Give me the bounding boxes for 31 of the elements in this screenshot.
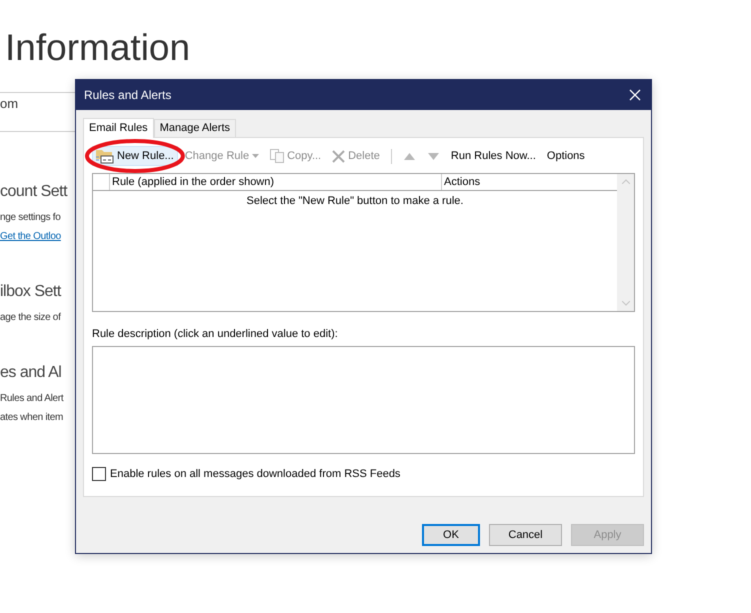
section-title: count Sett — [0, 182, 68, 202]
dialog-button[interactable]: Cancel — [489, 524, 562, 546]
toolbar-button[interactable]: Run Rules Now... — [446, 146, 540, 166]
tab[interactable]: Email Rules — [83, 118, 154, 138]
section-text: nge settings fo — [0, 211, 61, 225]
delete-icon — [332, 150, 346, 162]
window-title: Rules and Alerts — [84, 88, 172, 102]
page-heading: Information — [5, 26, 190, 70]
close-icon[interactable] — [629, 89, 641, 101]
checkbox[interactable] — [92, 467, 106, 481]
empty-message: Select the "New Rule" button to make a rule. — [246, 195, 464, 207]
dialog-button[interactable]: OK — [422, 524, 480, 546]
toolbar-button[interactable]: New Rule... — [92, 146, 178, 166]
scrollbar[interactable] — [617, 174, 634, 311]
section-text: age the size of — [0, 311, 61, 325]
column-header[interactable]: Actions — [442, 174, 617, 190]
scroll-up-icon[interactable] — [622, 179, 630, 184]
folder-icon — [96, 148, 114, 164]
caret-icon — [252, 154, 260, 158]
link[interactable]: Get the Outloo — [0, 227, 61, 246]
section-text: ates when item — [0, 411, 64, 425]
section-text: Rules and Alert — [0, 392, 64, 406]
toolbar-button[interactable]: Options — [542, 146, 589, 166]
section-title: es and Al — [0, 363, 62, 383]
column-header[interactable]: Rule (applied in the order shown) — [110, 174, 442, 190]
scroll-down-icon[interactable] — [622, 301, 630, 306]
description-label: Rule description (click an underlined value to edit): — [92, 327, 339, 341]
section-title: ilbox Sett — [0, 282, 61, 302]
copy-icon — [270, 149, 284, 163]
checkbox-label: Enable rules on all messages downloaded from RSS Feeds — [110, 468, 400, 480]
tab[interactable]: Manage Alerts — [154, 119, 236, 137]
